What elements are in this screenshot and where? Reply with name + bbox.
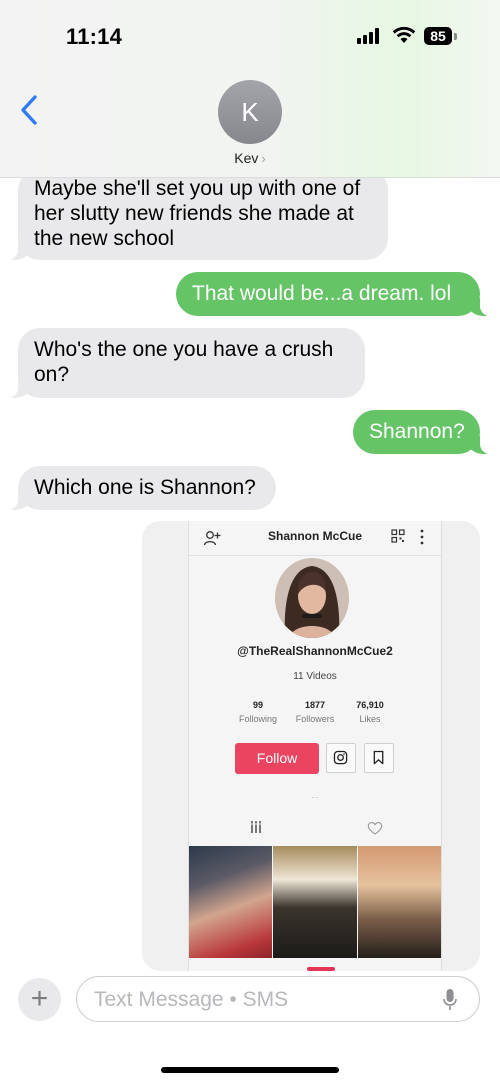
heart-icon [367, 822, 383, 835]
message-bubble-outgoing[interactable]: Shannon? [353, 410, 490, 454]
bottom-nav-fragment [189, 961, 441, 971]
profile-photo [275, 558, 349, 638]
profile-tabs [189, 816, 441, 840]
stat-value: 99 [252, 700, 263, 710]
stat-label: Likes [359, 714, 381, 724]
status-time: 11:14 [66, 24, 123, 49]
message-input-placeholder: Text Message • SMS [94, 988, 289, 1011]
follow-button: Follow [235, 743, 319, 774]
battery-indicator: 85 [424, 27, 452, 45]
stat-following: 99 Following [228, 700, 288, 724]
video-thumbnail [189, 846, 273, 958]
qr-code-icon [391, 529, 405, 543]
contact-chevron-icon: › [261, 151, 266, 166]
bookmark-icon [373, 750, 384, 765]
microphone-icon[interactable] [442, 988, 458, 1012]
stat-value: 76,910 [356, 700, 384, 710]
message-bubble-incoming[interactable]: Maybe she'll set you up with one of her … [8, 168, 388, 260]
home-indicator[interactable] [161, 1067, 339, 1073]
contact-avatar[interactable]: K [218, 80, 282, 144]
apps-plus-button[interactable]: + [18, 978, 61, 1021]
back-chevron-icon[interactable] [18, 94, 40, 126]
more-vertical-icon [420, 529, 424, 545]
message-bubble-incoming[interactable]: Which one is Shannon? [8, 466, 276, 510]
stat-likes: 76,910 Likes [340, 700, 400, 724]
bio-dots: ... [311, 791, 319, 800]
message-bubble-outgoing[interactable]: That would be...a dream. lol [176, 272, 490, 316]
contact-name: Kev [234, 150, 259, 166]
conversation-header: 11:14 85 K Kev › [0, 0, 500, 178]
video-thumbnail [357, 846, 441, 958]
stat-label: Followers [295, 714, 335, 724]
profile-screenshot: Shannon McCue @TheRealShannonMcCue2 11 V… [188, 521, 442, 971]
video-count: 11 Videos [293, 671, 337, 682]
contact-name-row[interactable]: Kev › [0, 150, 500, 166]
image-attachment[interactable]: Shannon McCue @TheRealShannonMcCue2 11 V… [142, 521, 480, 971]
wifi-icon [392, 26, 416, 43]
grid-icon [250, 821, 262, 833]
message-bubble-incoming[interactable]: Who's the one you have a crush on? [8, 328, 365, 398]
message-input[interactable]: Text Message • SMS [76, 976, 480, 1022]
profile-handle: @TheRealShannonMcCue2 [237, 644, 393, 658]
profile-top-bar: Shannon McCue [189, 521, 441, 556]
instagram-icon [333, 750, 348, 765]
battery-tip [454, 33, 457, 40]
cellular-signal-icon [357, 28, 383, 44]
bookmark-button [364, 743, 394, 773]
stat-value: 1877 [304, 700, 326, 710]
video-grid [189, 846, 441, 958]
video-thumbnail [273, 846, 357, 958]
stat-followers: 1877 Followers [285, 700, 345, 724]
instagram-button [326, 743, 356, 773]
stat-label: Following [238, 714, 278, 724]
